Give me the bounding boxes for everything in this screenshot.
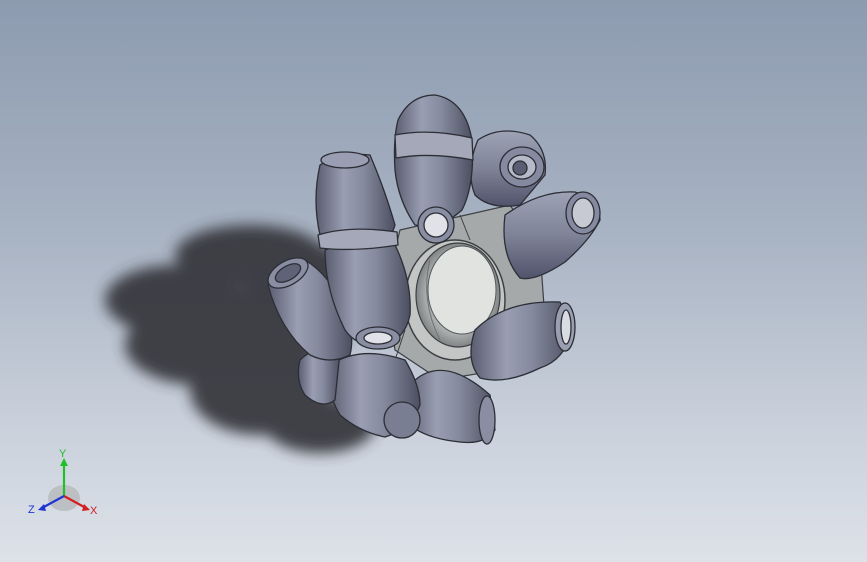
x-axis-arrow-icon <box>82 504 90 511</box>
z-axis-label: Z <box>28 504 35 516</box>
z-axis-arrow-icon <box>38 504 46 511</box>
x-axis-label: X <box>90 505 98 517</box>
roller-1 <box>470 130 547 207</box>
graphics-viewport[interactable]: Y X Z <box>0 0 867 562</box>
y-axis-label: Y <box>59 448 67 460</box>
coordinate-triad: Y X Z <box>22 446 106 522</box>
roller-9 <box>315 151 399 251</box>
mecanum-wheel-model[interactable] <box>0 0 867 562</box>
